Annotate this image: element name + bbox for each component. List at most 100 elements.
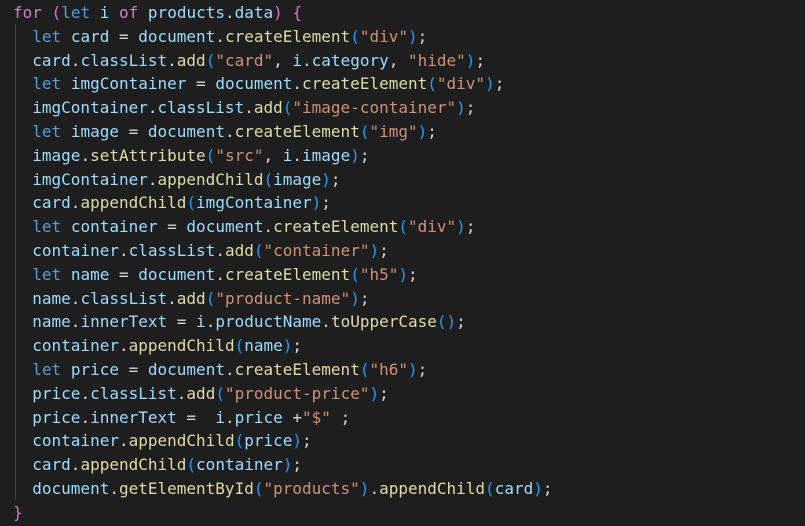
code-editor[interactable]: for (let i of products.data) { let card … (0, 0, 805, 526)
code-token-default: . (70, 193, 81, 213)
code-token-paren-3: ( (350, 26, 360, 46)
code-token-default: = (109, 264, 139, 284)
code-token-function: toUpperCase (330, 312, 437, 332)
code-line[interactable]: } (0, 501, 805, 525)
code-token-string: "h6" (369, 359, 408, 379)
code-token-paren-3: ) (465, 50, 476, 70)
code-token-keyword: let (32, 264, 62, 284)
code-token-variable: card (494, 478, 534, 498)
code-token-keyword: let (61, 3, 91, 22)
code-token-paren-3: ( (427, 74, 437, 94)
code-token-default: ; (494, 74, 505, 94)
code-line[interactable]: container.classList.add("container"); (0, 239, 805, 263)
code-token-paren-3: ) (350, 288, 360, 308)
code-token-paren-3: ( (215, 383, 225, 403)
code-token-default: . (118, 431, 129, 451)
code-line[interactable]: card.appendChild(container); (0, 453, 805, 477)
code-token-default: . (263, 217, 274, 237)
code-token-function: appendChild (80, 193, 187, 213)
code-token-function: createElement (302, 74, 428, 94)
code-token-variable: name (244, 336, 283, 356)
code-token-variable: classList (157, 98, 245, 118)
code-token-function: createElement (224, 26, 351, 46)
code-token-variable: imgContainer (196, 193, 312, 213)
code-line[interactable]: container.appendChild(name); (0, 334, 805, 358)
code-token-default: . (70, 50, 81, 70)
code-line[interactable]: imgContainer.appendChild(image); (0, 168, 805, 192)
code-token-paren-3: ) (311, 193, 322, 213)
code-token-paren-3: ( (282, 98, 293, 118)
code-token-default: . (80, 383, 91, 403)
code-lines[interactable]: for (let i of products.data) { let card … (0, 1, 805, 525)
code-token-default: . (80, 407, 91, 427)
code-token-default: . (70, 288, 81, 308)
code-token-default: . (369, 478, 380, 498)
code-token-variable: container (196, 455, 283, 475)
code-line[interactable]: name.innerText = i.productName.toUpperCa… (0, 310, 805, 334)
code-token-variable: imgContainer (32, 169, 148, 189)
code-token-paren-3: ( (186, 455, 197, 475)
code-token-variable: document (147, 359, 225, 379)
code-token-default: ; (359, 145, 370, 165)
code-token-variable: document (138, 26, 216, 46)
code-line[interactable]: image.setAttribute("src", i.image); (0, 144, 805, 168)
code-line[interactable]: name.classList.add("product-name"); (0, 287, 805, 311)
code-token-default: . (224, 407, 235, 427)
code-token-paren-2: ) (273, 3, 283, 22)
code-token-variable: innerText (90, 407, 177, 427)
code-line[interactable]: let image = document.createElement("img"… (0, 120, 805, 144)
code-line[interactable]: card.appendChild(imgContainer); (0, 191, 805, 215)
code-line[interactable]: for (let i of products.data) { (0, 1, 805, 25)
code-token-paren-3: ) (369, 383, 380, 403)
code-token-default (13, 27, 32, 46)
code-token-default: ; (330, 407, 351, 427)
code-token-string: "product-name" (215, 288, 351, 308)
code-token-variable: image (302, 145, 351, 165)
code-token-paren-2: } (13, 502, 23, 522)
code-token-variable: i (196, 312, 206, 332)
code-token-default (13, 98, 32, 117)
code-token-function: createElement (234, 359, 360, 379)
code-token-variable: data (234, 3, 274, 22)
code-token-function: appendChild (157, 169, 264, 189)
code-line[interactable]: let price = document.createElement("h6")… (0, 358, 805, 382)
code-line[interactable]: container.appendChild(price); (0, 429, 805, 453)
code-line[interactable]: card.classList.add("card", i.category, "… (0, 49, 805, 73)
code-token-function: createElement (224, 264, 351, 284)
code-token-variable: image (273, 169, 322, 189)
code-token-variable: document (147, 121, 225, 141)
code-token-string: "img" (369, 121, 418, 141)
code-line[interactable]: document.getElementById("products").appe… (0, 477, 805, 501)
code-token-variable: container (32, 240, 119, 260)
code-token-control: for (13, 3, 42, 22)
code-token-paren-3: ) (408, 359, 418, 379)
code-line[interactable]: let imgContainer = document.createElemen… (0, 72, 805, 96)
code-token-default (13, 122, 32, 141)
code-token-default: ; (542, 478, 553, 498)
code-token-paren-3: ) (282, 455, 293, 475)
code-token-paren-3: ( (234, 431, 245, 451)
code-token-paren-3: ) (359, 478, 370, 498)
code-line[interactable]: imgContainer.classList.add("image-contai… (0, 96, 805, 120)
code-token-function: add (186, 383, 216, 403)
code-token-variable: image (70, 121, 119, 141)
code-token-default: . (224, 3, 235, 22)
code-token-paren-3: ( (485, 478, 495, 498)
code-token-default (13, 479, 32, 498)
code-token-paren-3: ) (408, 26, 418, 46)
code-token-default (13, 146, 32, 165)
code-line[interactable]: let container = document.createElement("… (0, 215, 805, 239)
code-token-default (61, 122, 71, 141)
code-line[interactable]: price.innerText = i.price +"$" ; (0, 406, 805, 430)
code-token-variable: classList (90, 383, 177, 403)
code-token-keyword: let (32, 359, 62, 379)
code-token-default: ; (359, 288, 370, 308)
code-line[interactable]: let card = document.createElement("div")… (0, 25, 805, 49)
code-token-default (283, 3, 293, 22)
code-line[interactable]: let name = document.createElement("h5"); (0, 263, 805, 287)
code-token-paren-2: ( (51, 3, 62, 22)
code-token-variable: classList (80, 288, 168, 308)
code-line[interactable]: price.classList.add("product-price"); (0, 382, 805, 406)
code-token-default: . (224, 121, 235, 141)
code-token-variable: name (32, 288, 71, 308)
